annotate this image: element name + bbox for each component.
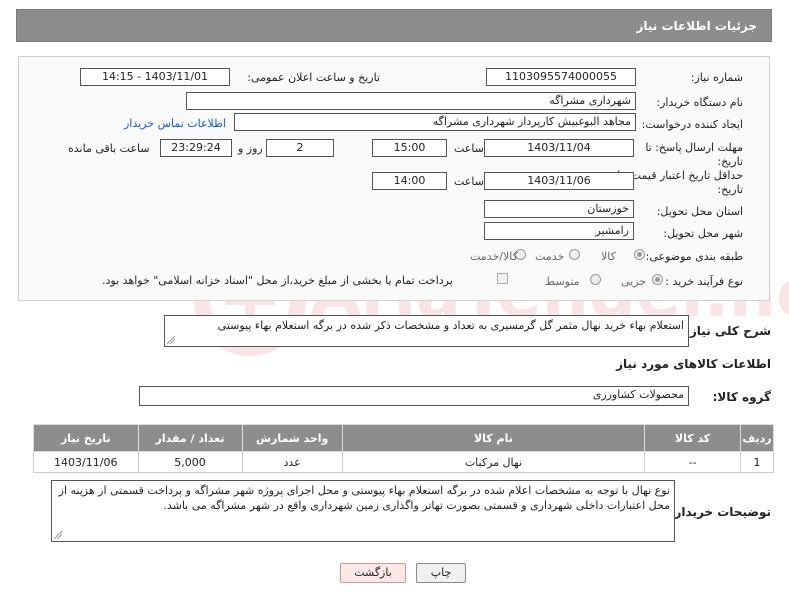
buyer-notes-label: توضیحات خریدار: [669, 505, 771, 519]
price-valid-time-label: ساعت [454, 175, 484, 188]
description-label: شرح کلی نیاز: [685, 324, 771, 338]
deadline-time-label: ساعت [454, 142, 484, 155]
goods-group-field[interactable]: محصولات کشاورزی [139, 386, 689, 406]
col-date: تاریخ نیاز [33, 424, 139, 452]
city-label: شهر محل تحویل: [663, 227, 743, 240]
col-qty: تعداد / مقدار [137, 424, 243, 452]
description-text: استعلام بهاء خرید نهال مثمر گل گرمسیری ب… [217, 319, 684, 332]
page-header: جزئیات اطلاعات نیاز [16, 9, 772, 42]
col-row: ردیف [740, 424, 774, 452]
buyer-org-label: نام دستگاه خریدار: [656, 96, 743, 109]
back-button[interactable]: بازگشت [340, 563, 406, 583]
process-radio-medium[interactable] [590, 274, 601, 285]
treasury-checkbox[interactable] [497, 273, 508, 284]
announce-field[interactable]: 1403/11/01 - 14:15 [80, 68, 230, 86]
goods-section-title: اطلاعات کالاهای مورد نیاز [616, 357, 771, 371]
goods-table: ردیف کد کالا نام کالا واحد شمارش تعداد /… [33, 424, 774, 473]
category-option-goods-service: کالا/خدمت [470, 250, 518, 263]
remaining-label: ساعت باقی مانده [68, 142, 150, 155]
creator-label: ایجاد کننده درخواست: [641, 118, 743, 131]
description-textarea[interactable]: استعلام بهاء خرید نهال مثمر گل گرمسیری ب… [164, 315, 689, 347]
remaining-time-field[interactable]: 23:29:24 [160, 139, 232, 157]
days-label: روز و [238, 142, 263, 155]
cell-code: -- [644, 451, 742, 473]
resize-grip-icon[interactable] [167, 336, 175, 344]
city-field[interactable]: رامشیر [484, 222, 634, 240]
days-field[interactable]: 2 [266, 139, 334, 157]
process-option-medium: متوسط [545, 275, 580, 288]
cell-name: نهال مرکبات [341, 451, 646, 473]
buyer-org-field[interactable]: شهرداری مشراگه [186, 92, 636, 110]
buyer-contact-link[interactable]: اطلاعات تماس خریدار [124, 117, 226, 130]
goods-table-header: ردیف کد کالا نام کالا واحد شمارش تعداد /… [33, 424, 774, 452]
deadline-label: مهلت ارسال پاسخ: تا تاریخ: [645, 141, 743, 168]
process-radio-minor[interactable] [652, 274, 663, 285]
price-valid-date-field[interactable]: 1403/11/06 [484, 172, 634, 190]
process-label: نوع فرآیند خرید : [665, 275, 743, 288]
category-radio-service[interactable] [569, 249, 580, 260]
col-unit: واحد شمارش [241, 424, 343, 452]
print-button[interactable]: چاپ [416, 563, 466, 583]
category-radio-goods[interactable] [634, 249, 645, 260]
cell-row: 1 [740, 451, 774, 473]
deadline-time-field[interactable]: 15:00 [372, 139, 447, 157]
province-label: استان محل تحویل: [656, 205, 743, 218]
table-row[interactable]: 1 -- نهال مرکبات عدد 5,000 1403/11/06 [33, 451, 774, 473]
goods-group-label: گروه کالا: [712, 390, 771, 404]
category-label: طبقه بندی موضوعی: [645, 250, 743, 263]
buyer-notes-text: نوع نهال با توجه به مشخصات اعلام شده در … [58, 484, 670, 512]
buyer-notes-textarea[interactable]: نوع نهال با توجه به مشخصات اعلام شده در … [51, 480, 675, 542]
page-title: جزئیات اطلاعات نیاز [636, 19, 757, 33]
payment-note: پرداخت تمام یا بخشی از مبلغ خرید،از محل … [102, 274, 453, 287]
col-code: کد کالا [644, 424, 742, 452]
announce-label: تاریخ و ساعت اعلان عمومی: [247, 71, 380, 84]
price-valid-time-field[interactable]: 14:00 [372, 172, 447, 190]
cell-unit: عدد [241, 451, 343, 473]
col-name: نام کالا [341, 424, 646, 452]
province-field[interactable]: خوزستان [484, 200, 634, 218]
resize-grip-icon[interactable] [54, 531, 62, 539]
cell-qty: 5,000 [137, 451, 243, 473]
need-number-label: شماره نیاز: [690, 71, 743, 84]
need-number-field[interactable]: 1103095574000055 [486, 68, 636, 86]
category-option-goods: کالا [601, 250, 616, 263]
category-option-service: خدمت [535, 250, 565, 263]
creator-field[interactable]: مجاهد البوغبیش کارپرداز شهرداری مشراگه [234, 113, 636, 131]
process-option-minor: جزیی [621, 275, 647, 288]
deadline-date-field[interactable]: 1403/11/04 [484, 139, 634, 157]
cell-date: 1403/11/06 [33, 451, 139, 473]
